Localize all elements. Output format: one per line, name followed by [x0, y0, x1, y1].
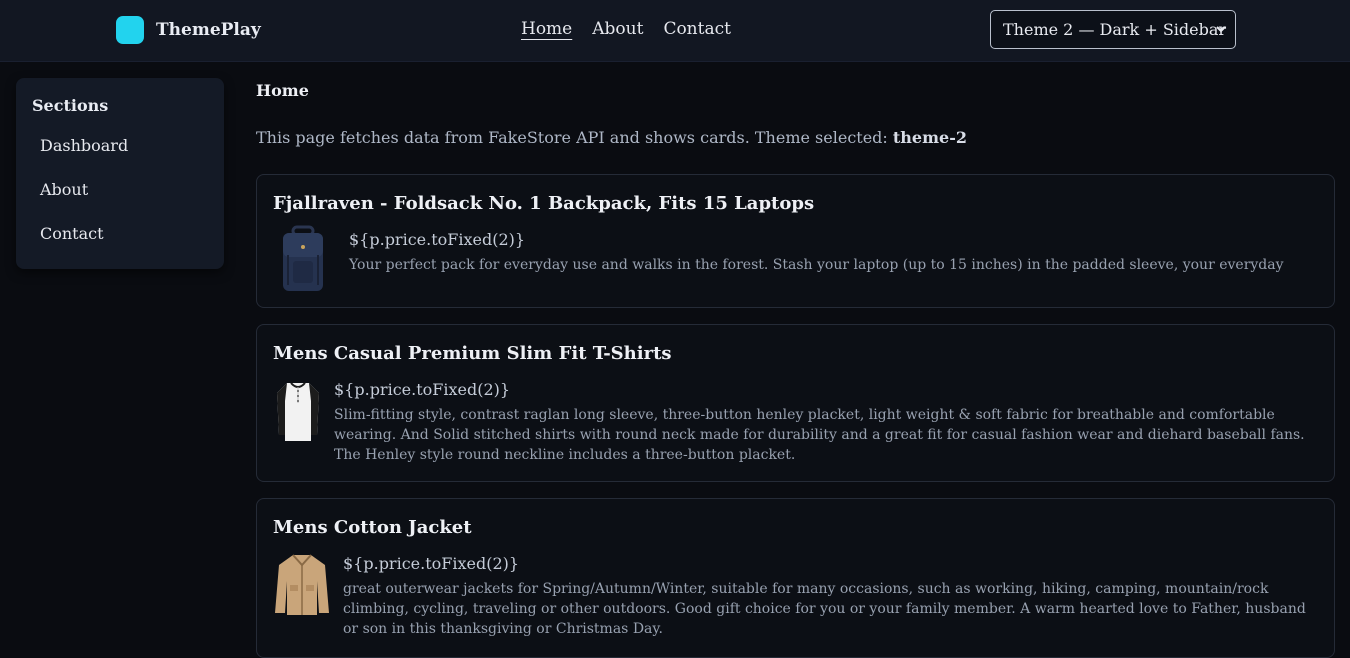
nav-link-contact[interactable]: Contact [663, 19, 731, 39]
chevron-down-icon [1216, 26, 1226, 33]
brand-logo-icon [116, 16, 144, 44]
product-title: Fjallraven - Foldsack No. 1 Backpack, Fi… [273, 193, 815, 214]
product-body: ${p.price.toFixed(2)} great outerwear ja… [343, 554, 1312, 639]
product-title: Mens Cotton Jacket [273, 517, 472, 538]
intro-theme-name: theme-2 [892, 128, 967, 147]
product-description: Slim-fitting style, contrast raglan long… [334, 407, 1305, 463]
product-price: ${p.price.toFixed(2)} [349, 230, 526, 249]
product-body: ${p.price.toFixed(2)} Your perfect pack … [349, 230, 1312, 275]
brand-name: ThemePlay [156, 20, 261, 40]
nav-link-about[interactable]: About [592, 19, 643, 39]
theme-select-value: Theme 2 — Dark + Sidebar [1003, 20, 1227, 39]
product-card: Mens Cotton Jacket ${p.price.toFixed(2)}… [256, 498, 1335, 658]
sidebar-item-dashboard[interactable]: Dashboard [40, 136, 128, 155]
theme-select[interactable]: Theme 2 — Dark + Sidebar [990, 10, 1236, 49]
product-body: ${p.price.toFixed(2)} Slim-fitting style… [334, 380, 1312, 465]
product-price: ${p.price.toFixed(2)} [343, 554, 520, 573]
intro-text-body: This page fetches data from FakeStore AP… [256, 128, 893, 147]
backpack-image [283, 225, 323, 291]
top-navbar: ThemePlay Home About Contact Theme 2 — D… [0, 0, 1350, 62]
main-nav: Home About Contact [521, 19, 731, 39]
sidebar: Sections Dashboard About Contact [16, 78, 224, 269]
nav-link-home[interactable]: Home [521, 19, 572, 39]
sidebar-item-about[interactable]: About [40, 180, 88, 199]
product-title: Mens Casual Premium Slim Fit T-Shirts [273, 343, 672, 364]
page-title: Home [256, 81, 309, 100]
jacket-image [275, 554, 329, 615]
brand[interactable]: ThemePlay [116, 16, 261, 44]
product-description: great outerwear jackets for Spring/Autum… [343, 581, 1306, 637]
product-card: Mens Casual Premium Slim Fit T-Shirts ${… [256, 324, 1335, 482]
sidebar-item-contact[interactable]: Contact [40, 224, 104, 243]
tshirt-image [277, 382, 319, 441]
product-card: Fjallraven - Foldsack No. 1 Backpack, Fi… [256, 174, 1335, 308]
product-price: ${p.price.toFixed(2)} [334, 380, 511, 399]
product-description: Your perfect pack for everyday use and w… [349, 257, 1284, 273]
sidebar-title: Sections [32, 96, 109, 115]
intro-text: This page fetches data from FakeStore AP… [256, 128, 967, 147]
